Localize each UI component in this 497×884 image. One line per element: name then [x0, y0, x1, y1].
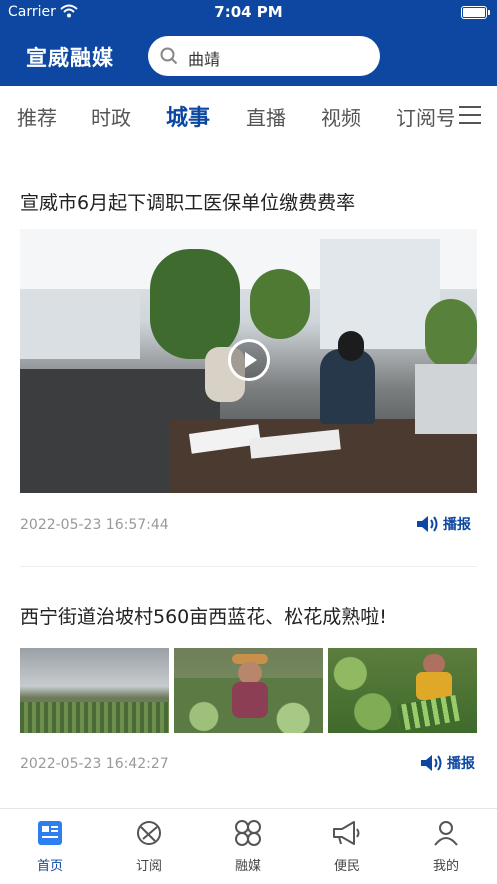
nav-subscribe[interactable]: 订阅: [109, 819, 189, 874]
tab-recommend[interactable]: 推荐: [17, 102, 57, 131]
article-timestamp: 2022-05-23 16:42:27: [20, 756, 169, 772]
nav-label: 便民: [333, 859, 360, 874]
menu-icon[interactable]: [459, 106, 481, 124]
nav-label: 首页: [36, 859, 63, 874]
nav-media[interactable]: 融媒: [208, 819, 288, 874]
bottom-navigation: 首页 订阅 融媒 便民 我的: [0, 808, 497, 884]
tab-video[interactable]: 视频: [321, 102, 361, 131]
tts-label: 播报: [443, 517, 471, 533]
status-bar: Carrier 7:04 PM: [0, 0, 497, 26]
subscribe-icon: [137, 821, 161, 845]
nav-services[interactable]: 便民: [307, 819, 387, 874]
app-header: 宣威融媒 曲靖: [0, 26, 497, 86]
home-news-icon: [38, 821, 62, 845]
article-thumbnail-1[interactable]: [20, 648, 169, 733]
article-item[interactable]: 西宁街道治坡村560亩西蓝花、松花成熟啦!: [20, 602, 477, 629]
play-icon[interactable]: [228, 339, 270, 381]
article-thumbnail-2[interactable]: [174, 648, 323, 733]
article-item[interactable]: 宣威市6月起下调职工医保单位缴费费率: [20, 188, 477, 215]
profile-icon: [434, 821, 458, 846]
tab-city[interactable]: 城事: [166, 100, 210, 132]
tab-subscription[interactable]: 订阅号: [396, 102, 454, 131]
nav-label: 订阅: [135, 859, 162, 874]
nav-profile[interactable]: 我的: [406, 819, 486, 874]
search-icon: [160, 47, 178, 65]
media-grid-icon: [235, 820, 261, 846]
article-video-thumbnail[interactable]: [20, 229, 477, 493]
divider: [20, 566, 477, 567]
search-input[interactable]: 曲靖: [148, 36, 380, 76]
nav-label: 我的: [432, 859, 459, 874]
article-thumbnail-3[interactable]: [328, 648, 477, 733]
tts-button[interactable]: 播报: [415, 514, 471, 534]
article-timestamp: 2022-05-23 16:57:44: [20, 517, 169, 533]
tts-label: 播报: [447, 756, 475, 772]
category-tabs: 推荐 时政 城事 直播 视频 订阅号: [0, 86, 497, 146]
speaker-icon: [421, 755, 442, 771]
tab-live[interactable]: 直播: [246, 102, 286, 131]
nav-home[interactable]: 首页: [10, 819, 90, 874]
brand-title: 宣威融媒: [26, 46, 114, 70]
megaphone-icon: [333, 821, 360, 845]
clock: 7:04 PM: [214, 3, 283, 21]
battery-icon: [461, 6, 490, 19]
article-title[interactable]: 宣威市6月起下调职工医保单位缴费费率: [20, 188, 477, 215]
tts-button[interactable]: 播报: [419, 753, 475, 773]
article-title[interactable]: 西宁街道治坡村560亩西蓝花、松花成熟啦!: [20, 602, 477, 629]
nav-label: 融媒: [234, 859, 261, 874]
tab-politics[interactable]: 时政: [91, 102, 131, 131]
speaker-icon: [417, 516, 438, 532]
search-query: 曲靖: [188, 50, 221, 69]
